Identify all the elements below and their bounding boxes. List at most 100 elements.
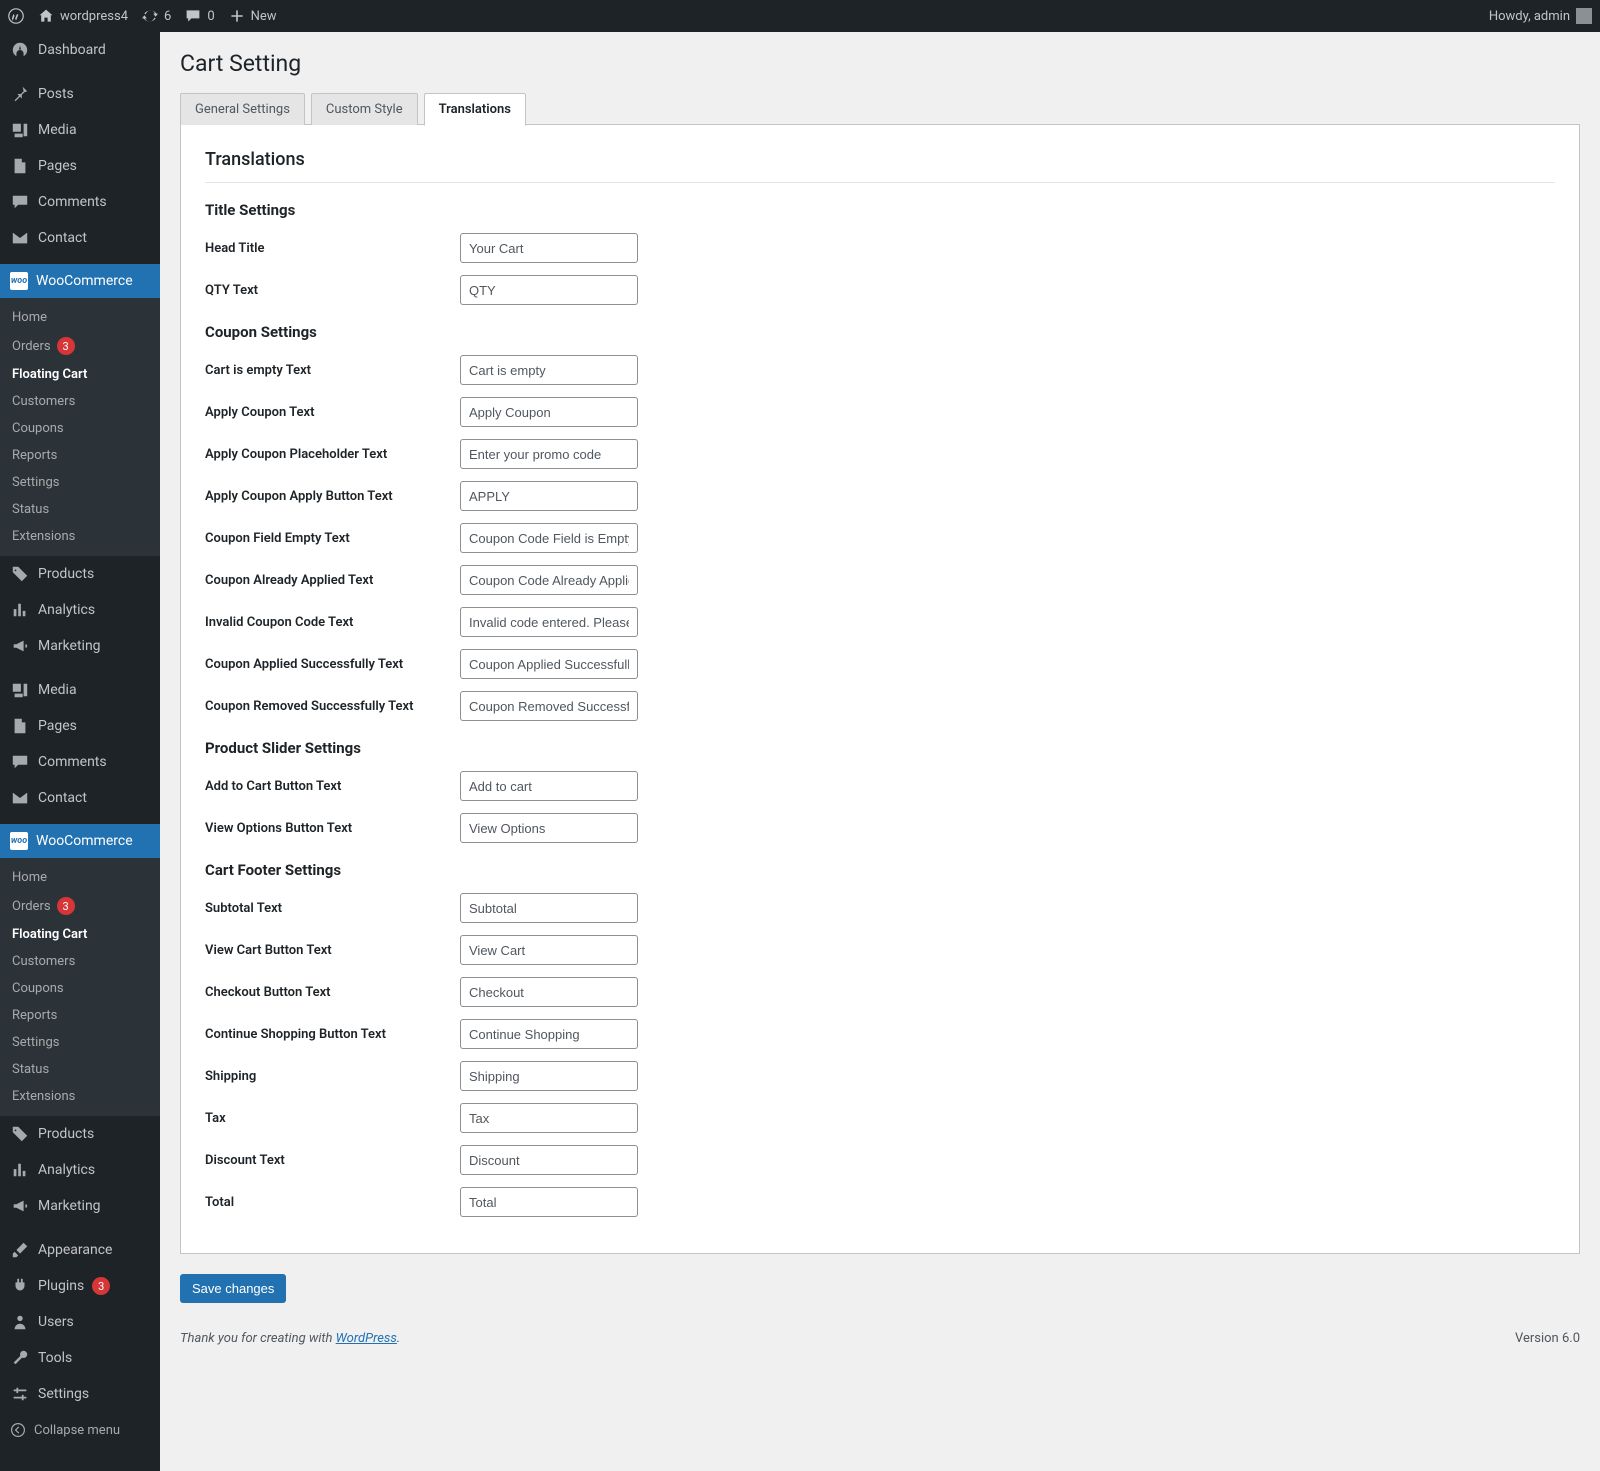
submenu-extensions[interactable]: Extensions: [0, 1083, 160, 1110]
submenu-settings[interactable]: Settings: [0, 469, 160, 496]
menu-pages[interactable]: Pages: [0, 148, 160, 184]
submenu-orders[interactable]: Orders3: [0, 331, 160, 361]
new-label: New: [251, 9, 277, 24]
submenu-home[interactable]: Home: [0, 864, 160, 891]
menu-tools[interactable]: Tools: [0, 1340, 160, 1376]
topbar-comments-count: 0: [207, 9, 214, 24]
submenu-status[interactable]: Status: [0, 496, 160, 523]
submenu-customers[interactable]: Customers: [0, 388, 160, 415]
input-head-title[interactable]: [460, 233, 638, 263]
input-coupon-field-empty[interactable]: [460, 523, 638, 553]
menu-media-2[interactable]: Media: [0, 672, 160, 708]
submenu-status[interactable]: Status: [0, 1056, 160, 1083]
label-coupon-already-applied: Coupon Already Applied Text: [205, 573, 460, 588]
input-tax[interactable]: [460, 1103, 638, 1133]
new-link[interactable]: New: [229, 8, 277, 24]
input-invalid-coupon[interactable]: [460, 607, 638, 637]
label-qty-text: QTY Text: [205, 283, 460, 298]
menu-dashboard[interactable]: Dashboard: [0, 32, 160, 68]
howdy-text: Howdy, admin: [1489, 9, 1570, 24]
input-add-to-cart[interactable]: [460, 771, 638, 801]
pin-icon: [10, 84, 30, 104]
label-continue-shopping: Continue Shopping Button Text: [205, 1027, 460, 1042]
admin-sidebar: Dashboard Posts Media Pages Comments Con…: [0, 32, 160, 1471]
menu-woocommerce[interactable]: wooWooCommerce: [0, 264, 160, 298]
wordpress-link[interactable]: WordPress: [336, 1331, 397, 1346]
section-title-settings: Title Settings: [205, 201, 1555, 219]
menu-users[interactable]: Users: [0, 1304, 160, 1340]
input-view-options[interactable]: [460, 813, 638, 843]
input-shipping[interactable]: [460, 1061, 638, 1091]
menu-analytics-2[interactable]: Analytics: [0, 1152, 160, 1188]
menu-analytics[interactable]: Analytics: [0, 592, 160, 628]
menu-comments-2[interactable]: Comments: [0, 744, 160, 780]
input-apply-coupon-placeholder[interactable]: [460, 439, 638, 469]
submenu-coupons[interactable]: Coupons: [0, 415, 160, 442]
input-apply-coupon-button[interactable]: [460, 481, 638, 511]
footer: Thank you for creating with WordPress. V…: [180, 1331, 1580, 1346]
orders-badge: 3: [57, 897, 75, 915]
plugins-badge: 3: [92, 1277, 110, 1295]
tab-translations[interactable]: Translations: [424, 93, 526, 126]
pages-icon: [10, 716, 30, 736]
input-apply-coupon[interactable]: [460, 397, 638, 427]
menu-woocommerce-2[interactable]: wooWooCommerce: [0, 824, 160, 858]
input-total[interactable]: [460, 1187, 638, 1217]
input-coupon-removed-success[interactable]: [460, 691, 638, 721]
input-coupon-applied-success[interactable]: [460, 649, 638, 679]
tab-general-settings[interactable]: General Settings: [180, 93, 305, 125]
menu-appearance[interactable]: Appearance: [0, 1232, 160, 1268]
panel-heading: Translations: [205, 139, 1555, 183]
menu-posts[interactable]: Posts: [0, 76, 160, 112]
submenu-reports[interactable]: Reports: [0, 442, 160, 469]
collapse-menu[interactable]: Collapse menu: [0, 1412, 160, 1448]
menu-contact-2[interactable]: Contact: [0, 780, 160, 816]
menu-marketing-2[interactable]: Marketing: [0, 1188, 160, 1224]
site-name-link[interactable]: wordpress4: [38, 8, 128, 24]
wp-logo[interactable]: [8, 8, 24, 24]
label-apply-coupon: Apply Coupon Text: [205, 405, 460, 420]
submenu-reports[interactable]: Reports: [0, 1002, 160, 1029]
wrench-icon: [10, 1348, 30, 1368]
menu-marketing[interactable]: Marketing: [0, 628, 160, 664]
submenu-customers[interactable]: Customers: [0, 948, 160, 975]
comments-link[interactable]: 0: [185, 8, 214, 24]
analytics-icon: [10, 1160, 30, 1180]
submenu-orders[interactable]: Orders3: [0, 891, 160, 921]
label-view-options: View Options Button Text: [205, 821, 460, 836]
footer-thanks-prefix: Thank you for creating with: [180, 1331, 336, 1346]
label-coupon-removed-success: Coupon Removed Successfully Text: [205, 699, 460, 714]
submenu-floating-cart[interactable]: Floating Cart: [0, 361, 160, 388]
brush-icon: [10, 1240, 30, 1260]
input-qty-text[interactable]: [460, 275, 638, 305]
save-button[interactable]: Save changes: [180, 1274, 286, 1303]
menu-products-2[interactable]: Products: [0, 1116, 160, 1152]
menu-pages-2[interactable]: Pages: [0, 708, 160, 744]
menu-plugins[interactable]: Plugins3: [0, 1268, 160, 1304]
input-checkout[interactable]: [460, 977, 638, 1007]
updates-link[interactable]: 6: [142, 8, 171, 24]
label-coupon-applied-success: Coupon Applied Successfully Text: [205, 657, 460, 672]
input-coupon-already-applied[interactable]: [460, 565, 638, 595]
input-discount[interactable]: [460, 1145, 638, 1175]
page-title: Cart Setting: [180, 50, 1580, 77]
plug-icon: [10, 1276, 30, 1296]
tab-custom-style[interactable]: Custom Style: [311, 93, 418, 125]
submenu-settings[interactable]: Settings: [0, 1029, 160, 1056]
howdy-link[interactable]: Howdy, admin: [1489, 8, 1592, 24]
submenu-home[interactable]: Home: [0, 304, 160, 331]
menu-settings[interactable]: Settings: [0, 1376, 160, 1412]
woo-icon: woo: [10, 832, 28, 850]
menu-media[interactable]: Media: [0, 112, 160, 148]
input-view-cart[interactable]: [460, 935, 638, 965]
input-continue-shopping[interactable]: [460, 1019, 638, 1049]
submenu-coupons[interactable]: Coupons: [0, 975, 160, 1002]
menu-products[interactable]: Products: [0, 556, 160, 592]
input-cart-empty[interactable]: [460, 355, 638, 385]
menu-comments[interactable]: Comments: [0, 184, 160, 220]
menu-contact[interactable]: Contact: [0, 220, 160, 256]
media-icon: [10, 680, 30, 700]
input-subtotal[interactable]: [460, 893, 638, 923]
submenu-floating-cart[interactable]: Floating Cart: [0, 921, 160, 948]
submenu-extensions[interactable]: Extensions: [0, 523, 160, 550]
